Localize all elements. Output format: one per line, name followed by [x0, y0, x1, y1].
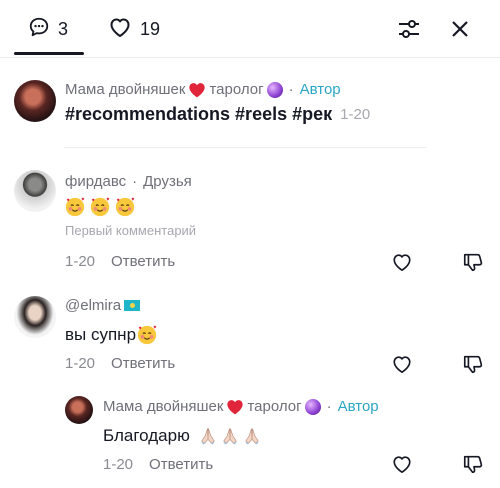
- post-author-name[interactable]: Мама двойняшек таролог · Автор: [65, 81, 341, 98]
- divider: [64, 147, 426, 148]
- comment-author-name[interactable]: @elmira: [65, 297, 141, 314]
- post-time: 1-20: [340, 106, 371, 123]
- avatar[interactable]: [65, 396, 93, 424]
- smiling-face-with-hearts-emoji: [65, 197, 85, 217]
- filter-icon: [399, 20, 419, 38]
- red-heart-emoji: [227, 399, 244, 414]
- avatar[interactable]: [14, 80, 56, 122]
- tab-likes[interactable]: 19: [108, 12, 160, 46]
- folded-hands-emoji-group: [198, 426, 262, 446]
- comments-header: 3 19: [0, 0, 500, 58]
- kazakhstan-flag-emoji: [124, 300, 141, 311]
- active-tab-indicator: [14, 52, 84, 55]
- smiling-face-with-hearts-emoji: [115, 197, 135, 217]
- first-comment-label: Первый комментарий: [65, 223, 197, 238]
- reply-button[interactable]: Ответить: [111, 253, 175, 270]
- dislike-button[interactable]: [461, 352, 485, 376]
- comment-text: вы супнр: [65, 324, 158, 346]
- likes-count: 19: [140, 18, 161, 39]
- dislike-icon: [463, 455, 483, 474]
- comment-time: 1-20: [65, 355, 96, 372]
- post-caption-text: #recommendations #reels #рек: [65, 104, 333, 124]
- close-button[interactable]: [447, 16, 473, 42]
- comment-time: 1-20: [103, 456, 134, 473]
- smiling-face-with-hearts-emoji: [137, 325, 157, 345]
- smiling-face-with-hearts-emoji: [90, 197, 110, 217]
- like-icon: [393, 456, 411, 473]
- like-button[interactable]: [390, 352, 414, 376]
- comment-icon: [28, 16, 50, 43]
- folded-hands-emoji: [223, 428, 237, 445]
- comment-author-name[interactable]: фирдавс · Друзья: [65, 173, 192, 190]
- reply-meta: 1-20 Ответить: [103, 456, 213, 473]
- folded-hands-emoji: [201, 428, 215, 445]
- dislike-button[interactable]: [461, 250, 485, 274]
- post-caption: #recommendations #reels #рек 1-20: [65, 104, 370, 125]
- comments-count: 3: [58, 18, 69, 39]
- like-button[interactable]: [390, 452, 414, 476]
- reply-text: Благодарю: [103, 426, 262, 446]
- dislike-button[interactable]: [461, 452, 485, 476]
- like-icon: [393, 356, 411, 373]
- dislike-icon: [463, 355, 483, 374]
- avatar[interactable]: [14, 170, 56, 212]
- folded-hands-emoji: [245, 428, 259, 445]
- comment-meta: 1-20 Ответить: [65, 253, 175, 270]
- author-badge: Автор: [299, 81, 341, 98]
- reply-button[interactable]: Ответить: [111, 355, 175, 372]
- avatar[interactable]: [14, 296, 56, 338]
- red-heart-emoji: [189, 82, 206, 97]
- crystal-ball-emoji: [266, 81, 283, 98]
- heart-outline-icon: [108, 16, 132, 43]
- filter-button[interactable]: [396, 16, 422, 42]
- crystal-ball-emoji: [304, 398, 321, 415]
- dislike-icon: [463, 253, 483, 272]
- comment-emoji-text: [64, 196, 136, 218]
- reply-button[interactable]: Ответить: [149, 456, 213, 473]
- friends-badge: Друзья: [143, 173, 192, 190]
- comment-meta: 1-20 Ответить: [65, 355, 175, 372]
- like-button[interactable]: [390, 250, 414, 274]
- post-author-name-part2: таролог: [209, 81, 264, 98]
- like-icon: [393, 254, 411, 271]
- close-icon: [452, 21, 468, 37]
- tab-comments[interactable]: 3: [28, 12, 68, 46]
- author-badge: Автор: [337, 398, 379, 415]
- reply-author-name[interactable]: Мама двойняшек таролог · Автор: [103, 398, 379, 415]
- comment-time: 1-20: [65, 253, 96, 270]
- reply-author-name-part2: таролог: [247, 398, 302, 415]
